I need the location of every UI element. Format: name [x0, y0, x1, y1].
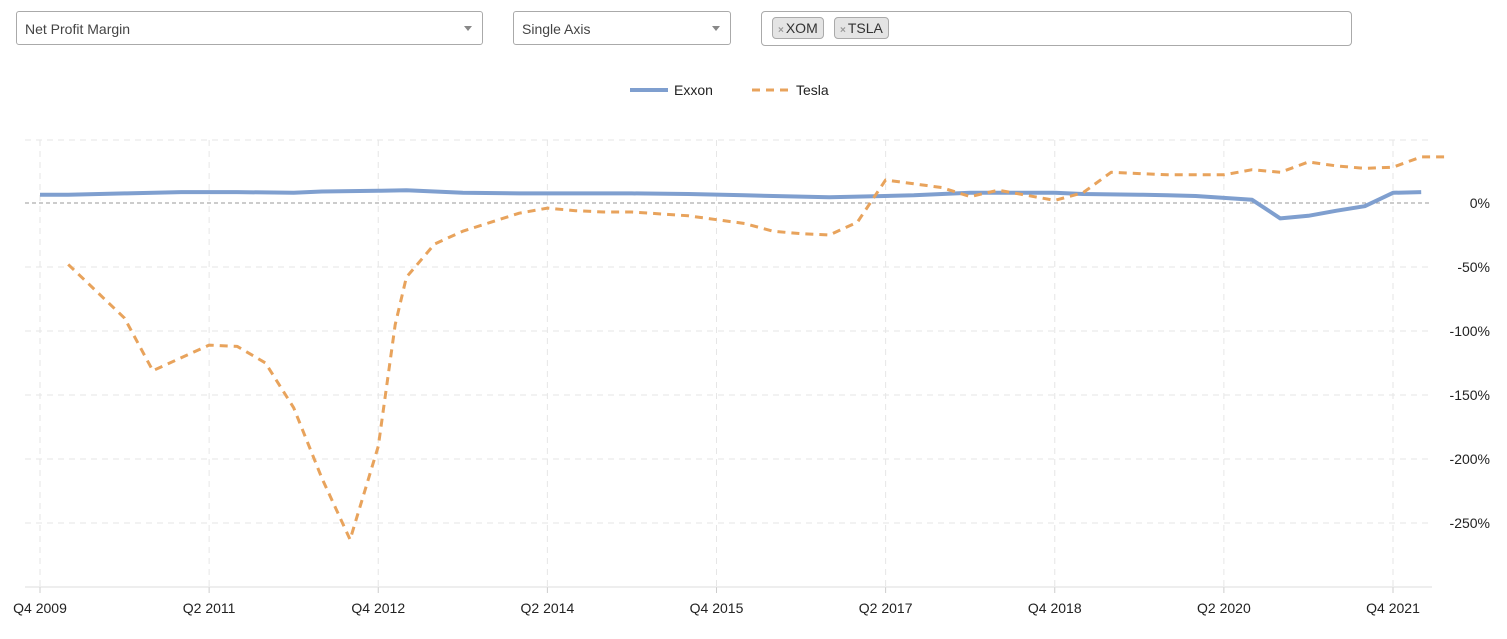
axis: 0% -50% -100% -150% -200% -250% Q4 2009 Q2 2011… — [13, 195, 1490, 616]
x-tick-label: Q4 2021 — [1366, 600, 1420, 616]
y-tick-label: -150% — [1450, 387, 1490, 403]
legend: Exxon Tesla — [630, 82, 829, 98]
x-tick-label: Q2 2011 — [183, 600, 236, 616]
x-tick-label: Q2 2020 — [1197, 600, 1251, 616]
grid — [25, 139, 1432, 587]
x-tick-label: Q4 2009 — [13, 600, 67, 616]
y-tick-label: -50% — [1457, 259, 1490, 275]
x-tick-label: Q2 2017 — [859, 600, 913, 616]
series-line-tesla — [67, 155, 1450, 542]
x-tick-label: Q4 2015 — [690, 600, 744, 616]
series — [40, 155, 1450, 542]
y-tick-label: -250% — [1450, 515, 1490, 531]
y-tick-label: -200% — [1450, 451, 1490, 467]
legend-label-exxon[interactable]: Exxon — [674, 82, 713, 98]
x-tick-label: Q4 2018 — [1028, 600, 1082, 616]
y-tick-label: -100% — [1450, 323, 1490, 339]
legend-label-tesla[interactable]: Tesla — [796, 82, 829, 98]
y-tick-label: 0% — [1470, 195, 1490, 211]
line-chart: 0% -50% -100% -150% -200% -250% Q4 2009 Q2 2011… — [13, 82, 1490, 616]
series-line-exxon — [40, 188, 1422, 221]
x-tick-label: Q4 2012 — [351, 600, 405, 616]
x-tick-label: Q2 2014 — [521, 600, 575, 616]
